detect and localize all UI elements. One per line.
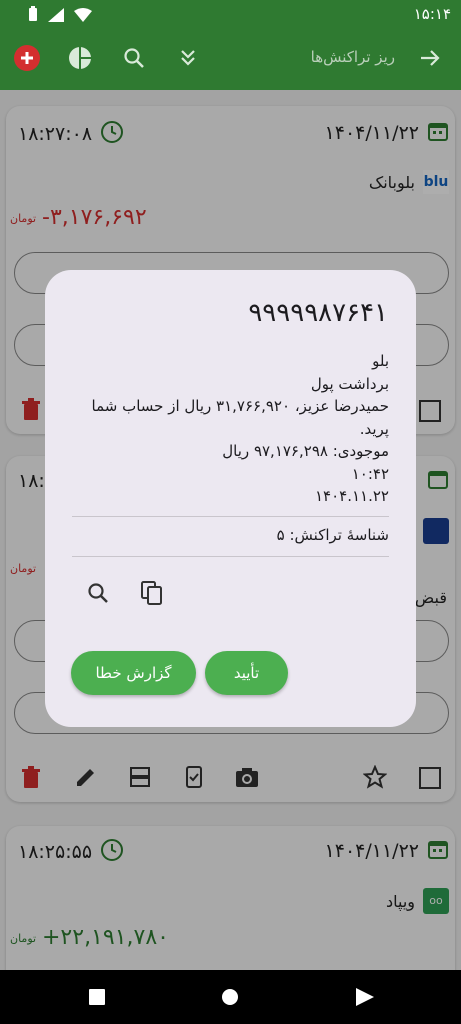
add-icon[interactable] (13, 44, 41, 72)
confirm-button[interactable]: تأیید (205, 651, 288, 695)
pie-chart-icon[interactable] (66, 44, 94, 72)
status-icons (28, 6, 92, 26)
sms-detail-dialog: ۹۹۹۹۹۸۷۶۴۱ بلو برداشت پول حمیدرضا عزیز، … (45, 270, 416, 727)
dialog-message: بلو برداشت پول حمیدرضا عزیز، ۳۱,۷۶۶,۹۲۰ … (91, 352, 389, 505)
status-time: ۱۵:۱۴ (413, 5, 451, 23)
back-icon[interactable] (356, 988, 374, 1010)
system-nav-bar (0, 970, 461, 1024)
app-bar: ریز تراکنش‌ها (0, 28, 461, 90)
recents-icon[interactable] (89, 989, 105, 1005)
home-icon[interactable] (222, 989, 238, 1005)
divider (72, 556, 389, 557)
search-icon[interactable] (83, 578, 113, 608)
double-chevron-down-icon[interactable] (174, 44, 202, 72)
copy-icon[interactable] (137, 578, 167, 608)
status-bar: ۱۵:۱۴ (0, 0, 461, 28)
dialog-title: ۹۹۹۹۹۸۷۶۴۱ (248, 298, 388, 328)
divider (72, 516, 389, 517)
report-error-button[interactable]: گزارش خطا (71, 651, 196, 695)
signal-icon (48, 7, 64, 26)
wifi-icon (74, 7, 92, 26)
battery-icon (28, 6, 38, 26)
arrow-forward-icon[interactable] (416, 44, 444, 72)
transaction-id: شناسهٔ تراکنش: ۵ (276, 526, 389, 544)
search-icon[interactable] (120, 44, 148, 72)
page-title: ریز تراکنش‌ها (310, 48, 395, 66)
